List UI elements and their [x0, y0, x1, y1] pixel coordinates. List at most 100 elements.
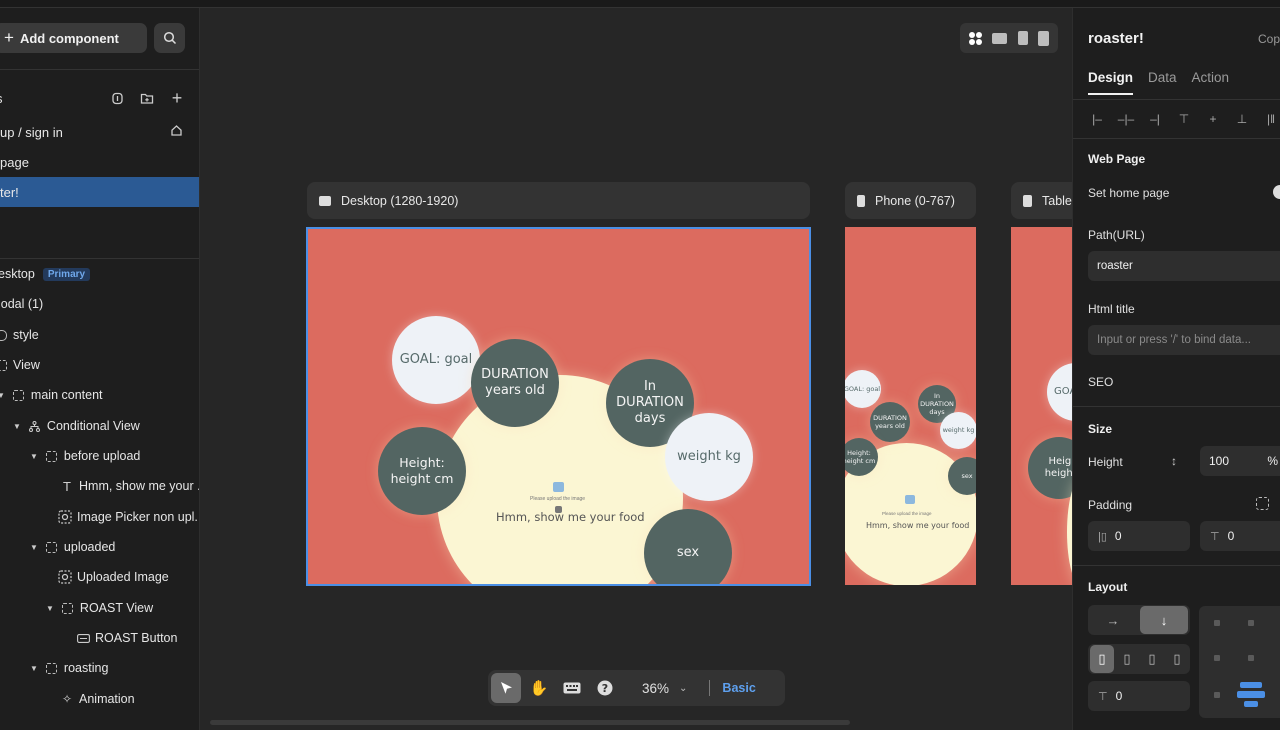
seo-label[interactable]: SEO	[1088, 375, 1113, 389]
desktop-frame[interactable]: Please upload the image Hmm, show me you…	[306, 227, 811, 586]
divider	[1073, 565, 1280, 566]
align-right-icon[interactable]: –|	[1146, 112, 1164, 126]
caret-down-icon[interactable]: ▼	[30, 543, 38, 552]
grid-view-icon[interactable]	[969, 31, 983, 45]
tab-design[interactable]: Design	[1088, 70, 1134, 95]
padding-top-input[interactable]: ⊤ 0	[1200, 521, 1280, 551]
tree-item-uploaded[interactable]: ▼ uploaded	[30, 532, 199, 562]
frame-header-tablet[interactable]: Table	[1011, 182, 1072, 219]
align-bottom-icon[interactable]: ⊥	[1233, 112, 1251, 126]
align-top-icon[interactable]: ⊤	[1175, 112, 1193, 126]
desktop-view-icon[interactable]	[992, 32, 1008, 44]
help-icon: ?	[597, 680, 613, 696]
tree-item-label: Hmm, show me your ...	[79, 479, 200, 493]
caret-down-icon[interactable]: ▼	[13, 422, 21, 431]
size-section-title: Size	[1088, 422, 1113, 436]
tree-item-label: lodal (1)	[0, 297, 44, 311]
tab-data[interactable]: Data	[1148, 70, 1177, 95]
path-input[interactable]: roaster	[1088, 251, 1280, 281]
tree-item-main-content[interactable]: ▼ main content	[0, 380, 197, 410]
align-stretch-icon[interactable]: ▯	[1165, 645, 1189, 673]
new-folder-icon[interactable]	[138, 89, 156, 107]
tree-item-label: Image Picker non upl...	[77, 510, 200, 524]
copy-button[interactable]: Cop	[1258, 32, 1280, 46]
mode-toggle[interactable]: Basic	[722, 681, 755, 695]
add-component-button[interactable]: + Add component	[0, 23, 147, 53]
align-start-icon[interactable]: ▯	[1090, 645, 1114, 673]
tree-item-before-upload[interactable]: ▼ before upload	[30, 441, 199, 471]
direction-horizontal-button[interactable]: →	[1089, 606, 1137, 634]
align-center-icon[interactable]: ▯	[1115, 645, 1139, 673]
height-input[interactable]: 100 %	[1200, 446, 1280, 476]
height-mode-icon[interactable]: ↕	[1171, 454, 1177, 468]
tree-item-label: before upload	[63, 449, 141, 463]
caret-down-icon[interactable]: ▼	[46, 604, 54, 613]
select-tool-button[interactable]	[491, 673, 521, 703]
html-title-input[interactable]: Input or press '/' to bind data...	[1088, 325, 1280, 355]
height-unit[interactable]: %	[1267, 454, 1278, 468]
caret-down-icon[interactable]: ▼	[30, 452, 38, 461]
tree-item-roast-button[interactable]: ROAST Button	[76, 623, 199, 653]
pages-header-label: s	[0, 91, 3, 106]
tree-item-roasting[interactable]: ▼ roasting	[30, 653, 199, 683]
padding-mode-icon[interactable]	[1256, 497, 1269, 510]
tree-item-uploaded-image[interactable]: Uploaded Image	[58, 562, 199, 592]
tree-item-hmm-text[interactable]: T Hmm, show me your ...	[60, 471, 200, 501]
tab-action[interactable]: Action	[1192, 70, 1230, 95]
page-item-roaster[interactable]: ter!	[0, 177, 199, 207]
horizontal-scrollbar[interactable]	[210, 720, 850, 725]
frame-header-desktop[interactable]: Desktop (1280-1920)	[307, 182, 810, 219]
phone-frame[interactable]: Please upload the image Hmm, show me you…	[845, 227, 976, 585]
tree-item-desktop[interactable]: esktop Primary	[0, 259, 198, 289]
tree-item-label: Conditional View	[46, 419, 140, 433]
set-home-page-toggle[interactable]	[1273, 185, 1280, 199]
set-home-page-label: Set home page	[1088, 186, 1170, 200]
hand-tool-button[interactable]: ✋	[524, 673, 554, 703]
image-icon	[58, 570, 72, 584]
caret-down-icon[interactable]: ▼	[0, 391, 5, 400]
add-page-icon[interactable]: +	[168, 88, 186, 108]
tablet-view-icon[interactable]	[1017, 31, 1028, 45]
view-icon	[45, 449, 59, 463]
align-left-icon[interactable]: |–	[1088, 112, 1106, 126]
tablet-icon	[1023, 194, 1032, 207]
layout-section-title: Layout	[1088, 580, 1128, 594]
path-label: Path(URL)	[1088, 228, 1145, 242]
gap-input[interactable]: ⊤ 0	[1088, 681, 1190, 711]
left-sidebar: + Add component s + up / sign in page te…	[0, 8, 200, 730]
search-icon	[163, 31, 176, 45]
frame-header-phone[interactable]: Phone (0-767)	[845, 182, 976, 219]
padding-left-value: 0	[1114, 529, 1122, 543]
page-settings-icon[interactable]	[108, 89, 126, 107]
frame-label: Phone (0-767)	[875, 193, 955, 208]
tree-item-style[interactable]: style	[0, 320, 194, 350]
properties-panel: roaster! Cop Design Data Action |– –|– –…	[1072, 8, 1280, 730]
tree-item-modal[interactable]: lodal (1)	[0, 289, 198, 319]
tree-item-animation[interactable]: ✧ Animation	[60, 684, 199, 714]
zoom-dropdown[interactable]: 36% ⌄	[642, 681, 687, 696]
tree-item-view[interactable]: View	[0, 350, 194, 380]
distribute-icon[interactable]: |‖	[1262, 112, 1280, 126]
tablet-frame[interactable]: GOA Height height c	[1011, 227, 1072, 585]
design-canvas[interactable]: Desktop (1280-1920) Phone (0-767) Table …	[200, 8, 1072, 730]
tree-item-label: ROAST View	[79, 601, 154, 615]
help-button[interactable]: ?	[590, 673, 620, 703]
align-end-icon[interactable]: ▯	[1140, 645, 1164, 673]
search-button[interactable]	[154, 23, 185, 53]
phone-view-icon[interactable]	[1037, 30, 1049, 46]
tree-item-conditional-view[interactable]: ▼ Conditional View	[13, 411, 199, 441]
caret-down-icon[interactable]: ▼	[30, 664, 38, 673]
alignment-grid[interactable]	[1199, 606, 1280, 718]
keyboard-shortcuts-button[interactable]	[557, 673, 587, 703]
direction-vertical-button[interactable]: ↓	[1140, 606, 1188, 634]
tree-item-image-picker[interactable]: Image Picker non upl...	[58, 502, 200, 532]
tree-item-roast-view[interactable]: ▼ ROAST View	[46, 593, 199, 623]
padding-vertical-icon: ⊤	[1210, 530, 1220, 543]
page-item-home[interactable]: page	[0, 147, 199, 177]
tree-item-label: Uploaded Image	[77, 570, 169, 584]
align-middle-icon[interactable]: +	[1204, 112, 1222, 126]
page-item-signup[interactable]: up / sign in	[0, 117, 199, 147]
align-center-h-icon[interactable]: –|–	[1117, 112, 1135, 126]
frame-label: Desktop (1280-1920)	[341, 193, 459, 208]
padding-left-input[interactable]: |▯ 0	[1088, 521, 1190, 551]
